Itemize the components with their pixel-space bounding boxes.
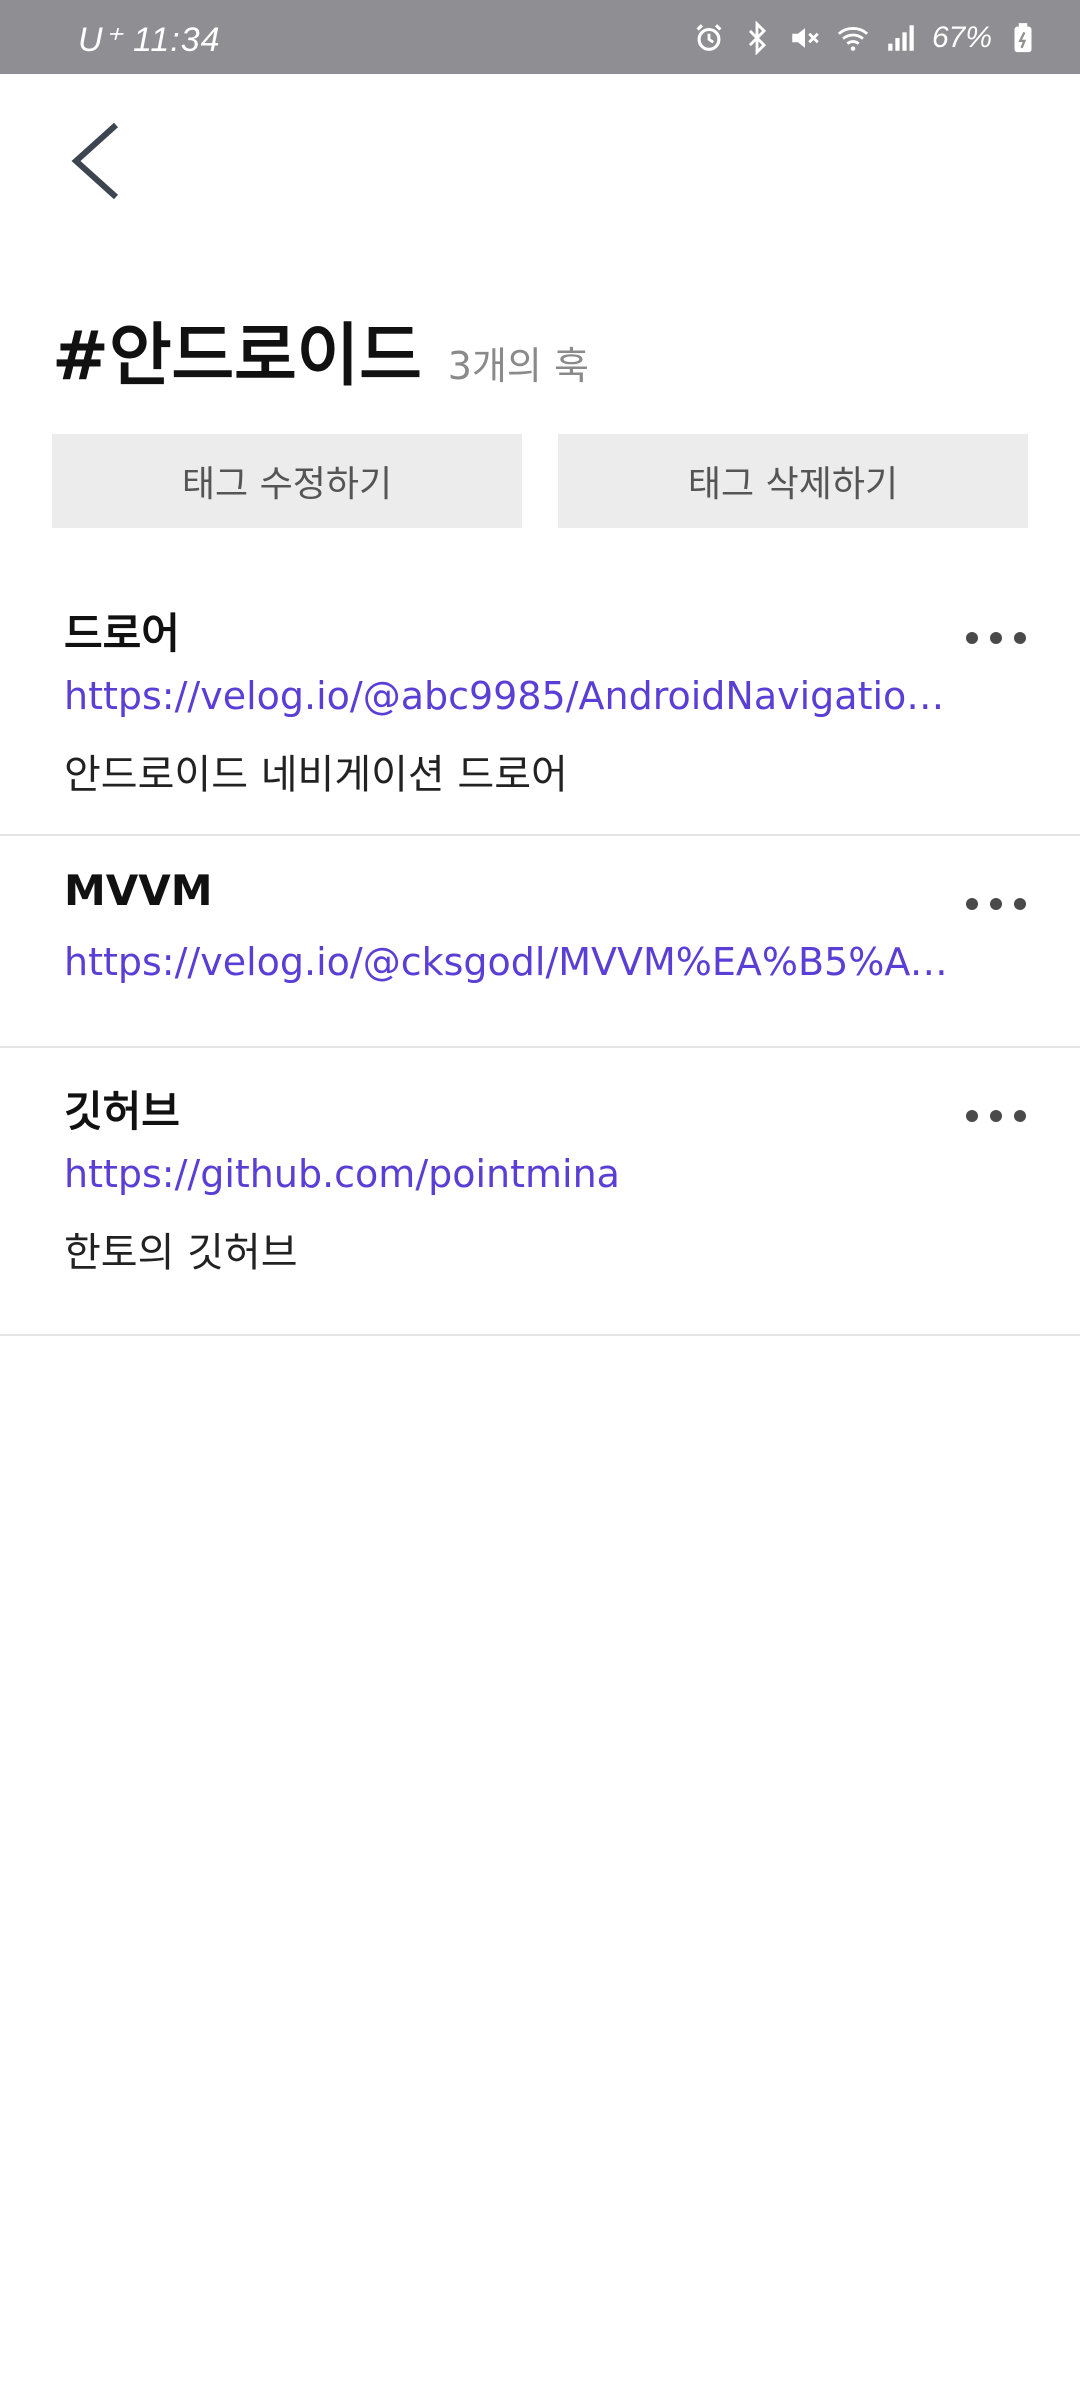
hook-url[interactable]: https://velog.io/@abc9985/AndroidNavigat…	[64, 674, 952, 718]
status-icons: 67%	[692, 16, 1040, 60]
hook-count-label: 3개의 훅	[447, 344, 589, 388]
hook-description: 안드로이드 네비게이션 드로어	[64, 752, 568, 798]
edit-tag-button[interactable]: 태그 수정하기	[52, 434, 522, 528]
hook-url[interactable]: https://velog.io/@cksgodl/MVVM%EA%B5%AC%…	[64, 940, 952, 984]
hook-description: 한토의 깃허브	[64, 1230, 298, 1276]
tag-action-buttons: 태그 수정하기 태그 삭제하기	[52, 434, 1028, 528]
battery-percent: 67%	[931, 21, 992, 54]
wifi-icon	[836, 21, 870, 55]
hook-title: MVVM	[64, 866, 213, 915]
mute-icon	[788, 21, 822, 55]
back-button[interactable]	[58, 118, 138, 208]
list-item[interactable]: 드로어 https://velog.io/@abc9985/AndroidNav…	[0, 570, 1080, 836]
battery-icon	[1006, 21, 1040, 55]
hook-title: 드로어	[64, 609, 180, 658]
tag-header: #안드로이드 3개의 훅	[52, 300, 589, 399]
status-bar: U⁺ 11:34 67%	[0, 0, 1080, 74]
delete-tag-button[interactable]: 태그 삭제하기	[558, 434, 1028, 528]
list-item[interactable]: 깃허브 https://github.com/pointmina 한토의 깃허브	[0, 1048, 1080, 1336]
status-carrier-time: U⁺ 11:34	[78, 21, 221, 59]
hook-list: 드로어 https://velog.io/@abc9985/AndroidNav…	[0, 570, 1080, 1336]
chevron-left-icon	[68, 121, 128, 205]
bluetooth-icon	[740, 20, 774, 56]
more-options-icon[interactable]	[966, 1104, 1026, 1128]
hook-title: 깃허브	[64, 1087, 180, 1136]
signal-icon	[884, 21, 918, 55]
page-title: #안드로이드	[52, 317, 422, 396]
list-item[interactable]: MVVM https://velog.io/@cksgodl/MVVM%EA%B…	[0, 836, 1080, 1048]
hook-url[interactable]: https://github.com/pointmina	[64, 1152, 952, 1196]
more-options-icon[interactable]	[966, 892, 1026, 916]
more-options-icon[interactable]	[966, 626, 1026, 650]
alarm-icon	[692, 21, 726, 55]
